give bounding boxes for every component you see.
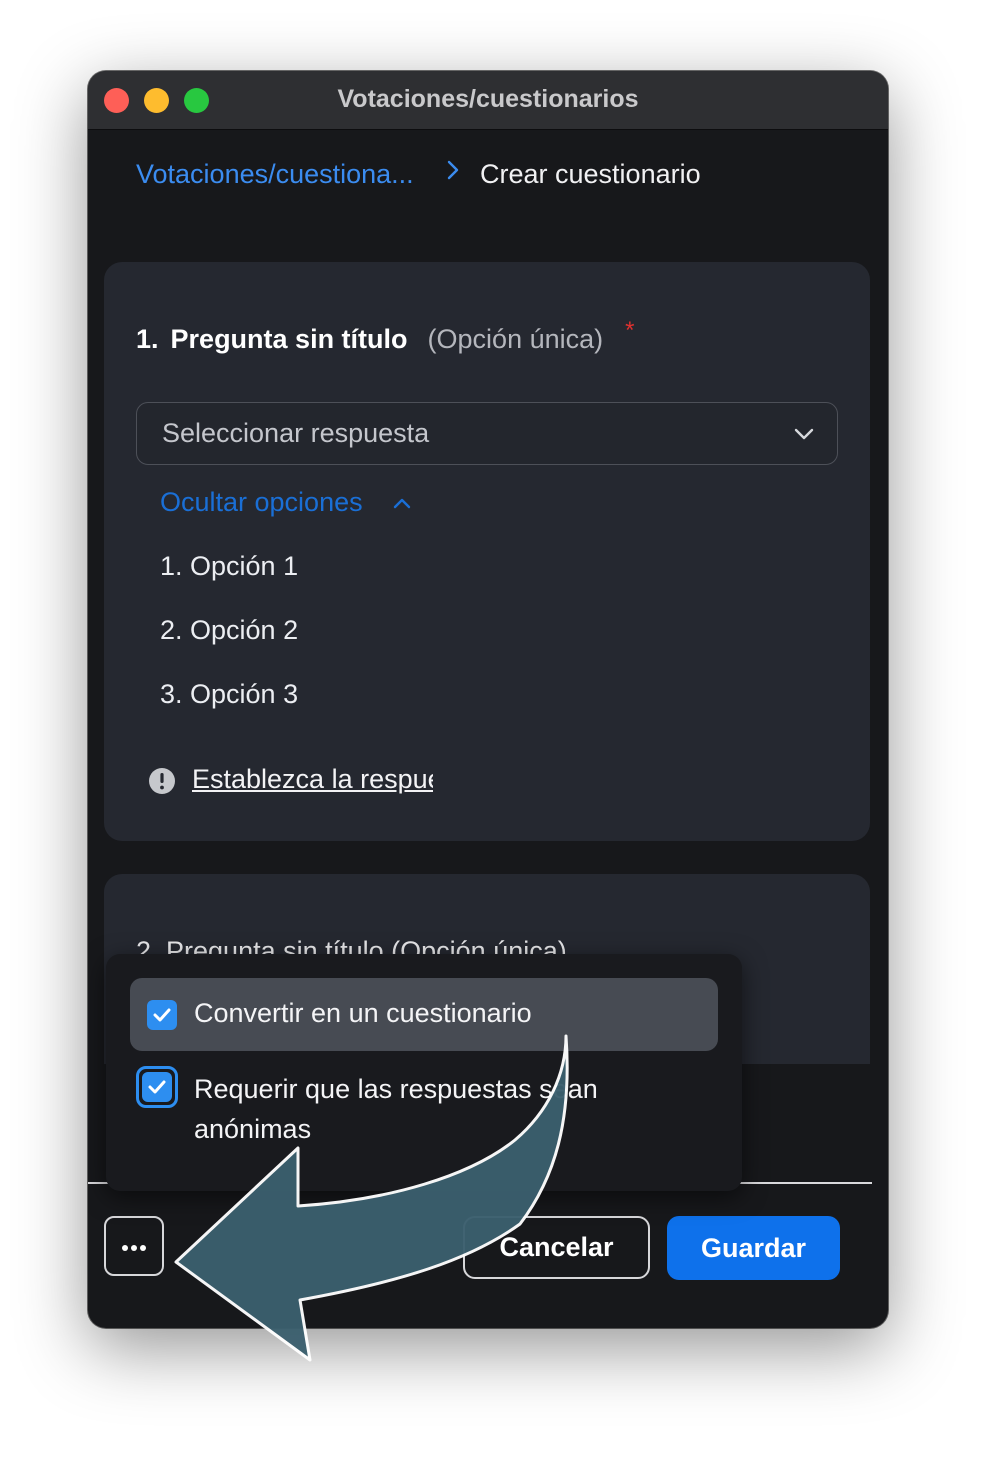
chevron-up-icon[interactable] [392, 494, 412, 514]
question-card-1: 1. Pregunta sin título (Opción única) * Sel… [104, 262, 870, 841]
more-dot-icon [131, 1245, 137, 1251]
convert-to-quiz-item[interactable]: Convertir en un cuestionario [130, 978, 718, 1051]
more-dot-icon [122, 1245, 128, 1251]
required-marker: * [625, 317, 635, 344]
option-item-3: 3. Opción 3 [160, 679, 299, 709]
convert-to-quiz-checkbox[interactable] [147, 1000, 177, 1030]
checkmark-icon [153, 1008, 171, 1022]
option-item-1: 1. Opción 1 [160, 551, 299, 581]
title-bar: Votaciones/cuestionarios [88, 71, 888, 130]
question-type: (Opción única) [427, 324, 604, 354]
answer-select-placeholder: Seleccionar respuesta [162, 418, 430, 448]
question-number: 1. [136, 324, 159, 354]
breadcrumb-current: Crear cuestionario [480, 159, 701, 189]
question-title[interactable]: Pregunta sin título [171, 324, 408, 354]
more-options-button[interactable] [104, 1216, 164, 1276]
more-dot-icon [140, 1245, 146, 1251]
polls-window: Votaciones/cuestionarios Votaciones/cues… [88, 71, 888, 1328]
breadcrumb-chevron-icon [446, 157, 462, 191]
window-title: Votaciones/cuestionarios [337, 85, 639, 113]
cancel-button[interactable]: Cancelar [463, 1216, 650, 1279]
anonymous-answers-label: Requerir que las respuestas sean anónima… [194, 1074, 598, 1144]
more-options-popover: Convertir en un cuestionario Requerir qu… [106, 954, 742, 1191]
chevron-down-icon [794, 428, 814, 440]
checkmark-icon [148, 1080, 166, 1094]
save-button[interactable]: Guardar [667, 1216, 840, 1280]
set-answer-link-wrap: Establezca la respuesta [192, 764, 433, 804]
answer-select[interactable]: Seleccionar respuesta [136, 402, 838, 465]
anonymous-answers-checkbox[interactable] [142, 1072, 172, 1102]
info-warning-icon [149, 768, 175, 794]
option-item-2: 2. Opción 2 [160, 615, 299, 645]
hide-options-toggle[interactable]: Ocultar opciones [160, 487, 363, 518]
question-title-row: 1. Pregunta sin título (Opción única) * [136, 317, 634, 355]
set-answer-link[interactable]: Establezca la respuesta [192, 764, 433, 794]
convert-to-quiz-label: Convertir en un cuestionario [194, 998, 532, 1028]
breadcrumb-parent-link[interactable]: Votaciones/cuestiona... [136, 159, 414, 190]
